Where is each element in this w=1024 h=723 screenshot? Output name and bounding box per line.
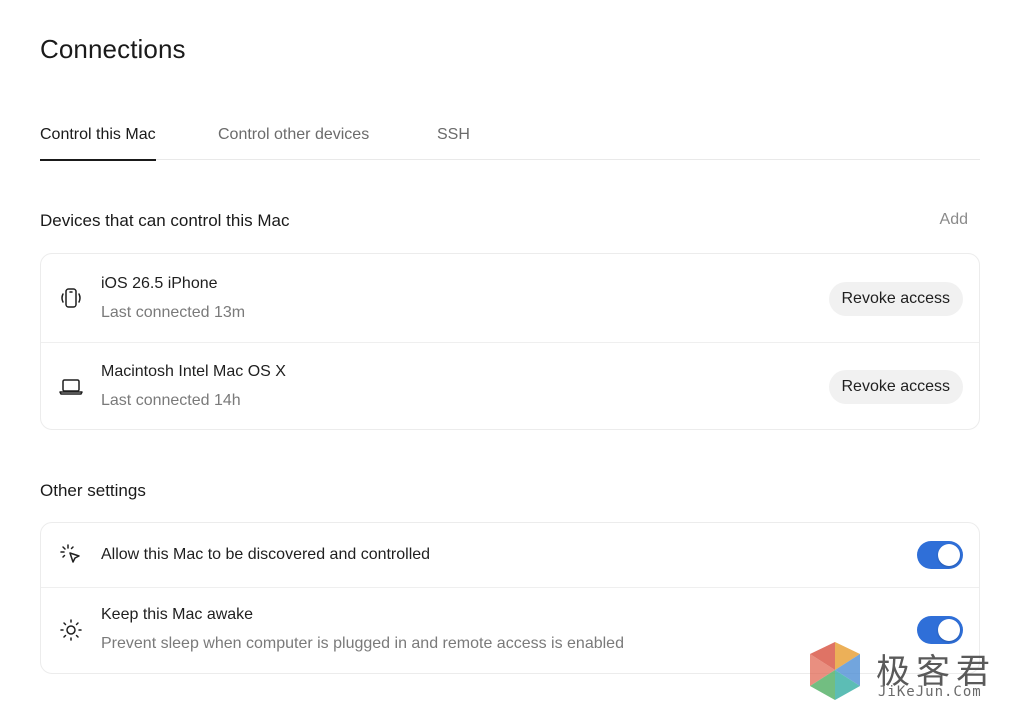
tab-bar: Control this Mac Control other devices S…	[40, 122, 980, 161]
device-row: iOS 26.5 iPhone Last connected 13m Revok…	[41, 254, 979, 342]
cursor-click-icon	[57, 541, 85, 569]
revoke-access-button[interactable]: Revoke access	[828, 282, 963, 316]
laptop-icon	[57, 372, 85, 400]
device-row: Macintosh Intel Mac OS X Last connected …	[41, 343, 979, 431]
toggle-knob	[938, 544, 960, 566]
tab-control-other-devices[interactable]: Control other devices	[218, 126, 369, 144]
sun-icon	[57, 616, 85, 644]
device-last-connected: Last connected 14h	[101, 392, 241, 409]
page-title: Connections	[40, 34, 186, 64]
toggle-knob	[938, 619, 960, 641]
setting-row-discoverable: Allow this Mac to be discovered and cont…	[41, 523, 979, 587]
setting-description: Prevent sleep when computer is plugged i…	[101, 635, 624, 652]
device-name: iOS 26.5 iPhone	[101, 275, 218, 292]
devices-section-title: Devices that can control this Mac	[40, 211, 290, 230]
devices-card: iOS 26.5 iPhone Last connected 13m Revok…	[40, 253, 980, 430]
device-name: Macintosh Intel Mac OS X	[101, 363, 286, 380]
setting-label: Allow this Mac to be discovered and cont…	[101, 546, 431, 563]
add-device-button[interactable]: Add	[940, 211, 968, 229]
watermark: 极客君 JiKeJun.Com	[804, 640, 1004, 704]
setting-label: Keep this Mac awake	[101, 606, 254, 623]
discoverable-toggle[interactable]	[917, 541, 963, 569]
other-settings-title: Other settings	[40, 481, 146, 500]
watermark-subtext: JiKeJun.Com	[878, 684, 982, 700]
watermark-logo-icon	[810, 642, 860, 700]
tab-ssh[interactable]: SSH	[437, 126, 470, 144]
tab-control-this-mac[interactable]: Control this Mac	[40, 126, 156, 161]
revoke-access-button[interactable]: Revoke access	[828, 370, 963, 404]
device-last-connected: Last connected 13m	[101, 304, 246, 321]
phone-icon	[57, 284, 85, 312]
